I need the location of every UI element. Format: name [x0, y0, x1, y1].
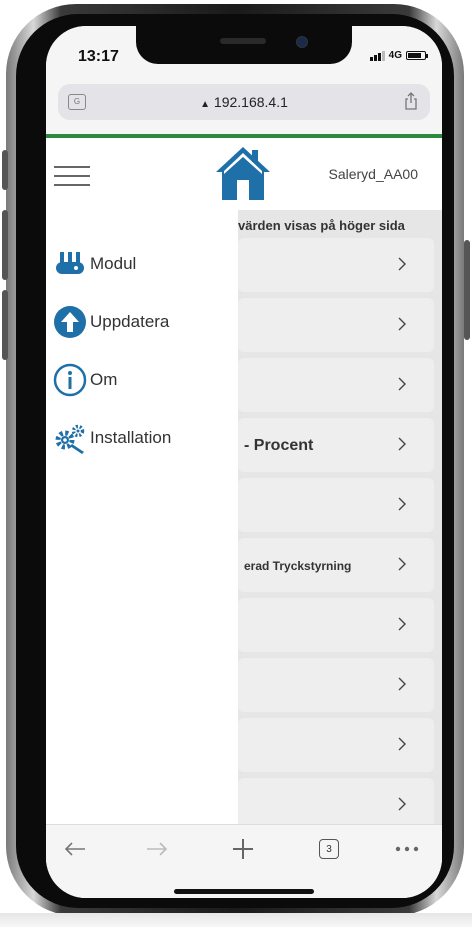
drawer-item-label: Modul	[90, 254, 137, 273]
module-icon	[52, 246, 88, 282]
status-time: 13:17	[78, 48, 119, 65]
content-subtitle: värden visas på höger sida	[238, 218, 405, 233]
drawer-item-uppdatera[interactable]: Uppdatera	[52, 304, 169, 340]
signal-icon	[369, 50, 385, 61]
web-page: Saleryd_AA00 värden visas på höger sida …	[46, 138, 442, 824]
speaker-grille	[220, 38, 266, 44]
battery-level	[408, 53, 421, 58]
chevron-right-icon	[398, 797, 406, 811]
drawer-item-label: Om	[90, 370, 118, 389]
browser-toolbar: 3	[46, 824, 442, 898]
drawer-item-om[interactable]: Om	[52, 362, 117, 398]
chevron-right-icon	[398, 497, 406, 511]
notch	[136, 26, 352, 64]
list-item[interactable]	[238, 478, 434, 532]
list-item[interactable]	[238, 658, 434, 712]
bottom-shadow	[0, 913, 472, 927]
back-button[interactable]	[60, 837, 90, 861]
chevron-right-icon	[398, 317, 406, 331]
address-bar[interactable]: G ▲ 192.168.4.1	[58, 84, 430, 120]
battery-icon	[406, 51, 428, 60]
page-header: Saleryd_AA00	[46, 138, 442, 210]
tab-count: 3	[319, 839, 339, 859]
chevron-right-icon	[398, 677, 406, 691]
list-item[interactable]	[238, 238, 434, 292]
update-icon	[52, 304, 88, 340]
list-item[interactable]	[238, 358, 434, 412]
drawer-item-label: Uppdatera	[90, 312, 170, 331]
share-icon[interactable]	[404, 92, 418, 110]
home-icon[interactable]	[214, 144, 272, 202]
chevron-right-icon	[398, 437, 406, 451]
more-dots-icon	[395, 846, 419, 852]
list-item[interactable]	[238, 778, 434, 824]
list-item[interactable]	[238, 598, 434, 652]
drawer-item-modul[interactable]: Modul	[52, 246, 136, 282]
status-indicators: 4G	[369, 50, 428, 61]
new-tab-button[interactable]	[228, 837, 258, 861]
front-camera	[296, 36, 308, 48]
list-item[interactable]: erad Tryckstyrning	[238, 538, 434, 592]
list-item[interactable]	[238, 718, 434, 772]
side-drawer: Modul Uppdatera Om Installation	[46, 210, 238, 824]
tabs-button[interactable]: 3	[314, 837, 344, 861]
chevron-right-icon	[398, 617, 406, 631]
list-item-label: - Procent	[244, 437, 314, 454]
forward-button[interactable]	[142, 837, 172, 861]
drawer-item-installation[interactable]: Installation	[52, 420, 171, 456]
arrow-right-icon	[147, 842, 168, 856]
home-indicator	[174, 889, 314, 894]
url-text[interactable]: ▲ 192.168.4.1	[58, 94, 430, 110]
chevron-right-icon	[398, 557, 406, 571]
list-item[interactable]: - Procent	[238, 418, 434, 472]
drawer-item-label: Installation	[90, 428, 172, 447]
chevron-right-icon	[398, 377, 406, 391]
volume-down-button	[2, 290, 8, 360]
power-button	[464, 240, 470, 340]
arrow-left-icon	[64, 842, 85, 856]
list-item[interactable]	[238, 298, 434, 352]
chevron-right-icon	[398, 257, 406, 271]
device-name: Saleryd_AA00	[328, 166, 418, 182]
plus-icon	[233, 839, 253, 859]
network-type: 4G	[388, 50, 402, 61]
phone-screen: 13:17 4G G ▲ 192.168.4.1 Saleryd_AA00 vä…	[46, 26, 442, 898]
browser-address-area: G ▲ 192.168.4.1	[46, 82, 442, 134]
warning-triangle-icon: ▲	[200, 99, 211, 110]
list-item-label: erad Tryckstyrning	[244, 559, 352, 573]
hamburger-menu-icon[interactable]	[54, 166, 90, 186]
chevron-right-icon	[398, 737, 406, 751]
url-value: 192.168.4.1	[213, 94, 288, 110]
status-bar: 13:17 4G	[46, 26, 442, 86]
more-menu-button[interactable]	[392, 837, 422, 861]
settings-gears-icon	[52, 420, 88, 456]
volume-up-button	[2, 210, 8, 280]
silent-switch	[2, 150, 8, 190]
info-icon	[52, 362, 88, 398]
